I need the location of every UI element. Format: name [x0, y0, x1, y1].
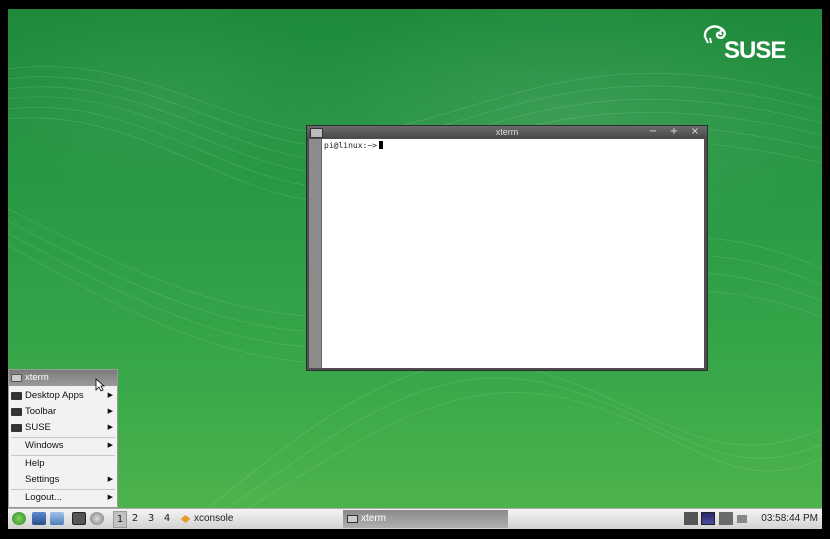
- submenu-arrow-icon: ▶: [107, 476, 113, 483]
- root-menu[interactable]: xterm Desktop Apps ▶ Toolbar ▶ SUSE ▶ Wi…: [8, 369, 118, 508]
- menu-item-desktop-apps[interactable]: Desktop Apps ▶: [9, 388, 117, 404]
- maximize-button[interactable]: +: [668, 126, 680, 138]
- prompt-text: pi@linux:~>: [324, 141, 377, 150]
- submenu-arrow-icon: ▶: [107, 408, 113, 415]
- terminal-icon[interactable]: [72, 512, 86, 525]
- menu-item-xterm[interactable]: xterm: [9, 370, 117, 392]
- close-button[interactable]: ×: [689, 126, 701, 138]
- menu-item-label: xterm: [25, 372, 49, 383]
- menu-item-suse[interactable]: SUSE ▶: [9, 420, 117, 436]
- menu-item-label: Toolbar: [25, 406, 57, 417]
- terminal-icon: [347, 515, 358, 523]
- minimize-button[interactable]: −: [647, 126, 659, 138]
- task-xterm[interactable]: xterm: [343, 510, 508, 528]
- clock[interactable]: 03:58:44 PM: [761, 510, 818, 528]
- taskbar: 1 2 3 4 xconsole xterm 03:58:44 PM: [8, 508, 822, 529]
- web-browser-icon[interactable]: [90, 512, 104, 525]
- task-label: xconsole: [194, 513, 234, 524]
- folder-icon: [11, 424, 22, 432]
- menu-item-label: Windows: [25, 440, 64, 451]
- monitor-icon[interactable]: [701, 512, 715, 525]
- desktop-2-button[interactable]: 2: [128, 511, 142, 526]
- menu-item-help[interactable]: Help: [9, 456, 117, 472]
- menu-item-settings[interactable]: Settings ▶: [9, 472, 117, 488]
- logo-text: SUSE: [724, 37, 786, 64]
- folder-icon: [11, 392, 22, 400]
- menu-item-label: Logout...: [25, 492, 62, 503]
- menu-item-label: SUSE: [25, 422, 51, 433]
- volume-icon[interactable]: [737, 515, 747, 523]
- menu-item-windows[interactable]: Windows ▶: [9, 438, 117, 454]
- task-label: xterm: [361, 513, 386, 524]
- menu-item-label: Help: [25, 458, 45, 469]
- text-cursor: [378, 141, 383, 149]
- menu-item-toolbar[interactable]: Toolbar ▶: [9, 404, 117, 420]
- desktop-3-button[interactable]: 3: [144, 511, 158, 526]
- xconsole-icon: [180, 515, 191, 523]
- menu-item-logout[interactable]: Logout... ▶: [9, 490, 117, 506]
- xterm-window[interactable]: xterm − + × pi@linux:~>: [306, 125, 708, 371]
- submenu-arrow-icon: ▶: [107, 442, 113, 449]
- start-menu-icon[interactable]: [12, 512, 26, 525]
- task-xconsole[interactable]: xconsole: [176, 510, 346, 528]
- submenu-arrow-icon: ▶: [107, 494, 113, 501]
- menu-item-label: Desktop Apps: [25, 390, 84, 401]
- suse-logo: SUSE: [702, 23, 786, 69]
- mail-icon[interactable]: [32, 512, 46, 525]
- desktop-4-button[interactable]: 4: [160, 511, 174, 526]
- network-icon[interactable]: [719, 512, 733, 525]
- terminal-prompt: pi@linux:~>: [324, 141, 383, 150]
- terminal-icon: [11, 374, 22, 382]
- workspace-pager-icon[interactable]: [684, 512, 698, 525]
- desktop-1-button[interactable]: 1: [113, 511, 127, 528]
- menu-item-label: Settings: [25, 474, 60, 485]
- file-manager-icon[interactable]: [50, 512, 64, 525]
- folder-icon: [11, 408, 22, 416]
- scrollbar[interactable]: [309, 139, 322, 368]
- title-bar[interactable]: xterm − + ×: [307, 126, 707, 138]
- submenu-arrow-icon: ▶: [107, 424, 113, 431]
- terminal-area[interactable]: pi@linux:~>: [322, 139, 704, 368]
- submenu-arrow-icon: ▶: [107, 392, 113, 399]
